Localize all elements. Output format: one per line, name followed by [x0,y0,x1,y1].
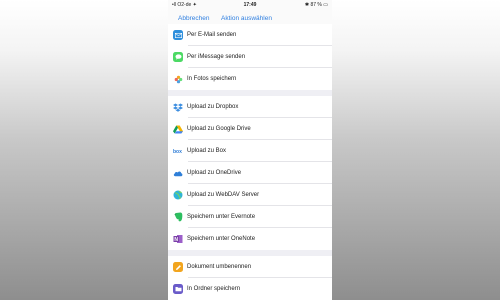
upload-dropbox-row[interactable]: Upload zu Dropbox [168,96,332,118]
rename-document-label: Dokument umbenennen [187,264,252,270]
save-evernote-label: Speichern unter Evernote [187,214,256,220]
save-evernote-row[interactable]: Speichern unter Evernote [168,206,332,228]
send-email-row[interactable]: Per E-Mail senden [168,24,332,46]
upload-webdav-label: Upload zu WebDAV Server [187,192,260,198]
onenote-icon: N [173,234,183,244]
send-imessage-row[interactable]: Per iMessage senden [168,46,332,68]
onedrive-icon [173,168,183,178]
save-onenote-label: Speichern unter OneNote [187,236,256,242]
upload-dropbox-label: Upload zu Dropbox [187,104,239,110]
photos-icon [173,74,183,84]
share-section: Per E-Mail senden Per iMessage senden In… [168,24,332,90]
upload-onedrive-label: Upload zu OneDrive [187,170,242,176]
status-bar: •ll O2-de ✦ 17:49 ✱ 87 % ▭ [168,0,332,10]
cancel-button[interactable]: Abbrechen [178,15,209,22]
save-to-folder-label: In Ordner speichern [187,286,241,292]
mail-icon [173,30,183,40]
upload-google-drive-row[interactable]: Upload zu Google Drive [168,118,332,140]
share-sheet-screen: •ll O2-de ✦ 17:49 ✱ 87 % ▭ Abbrechen Akt… [168,0,332,300]
dropbox-icon [173,102,183,112]
document-actions-section: Dokument umbenennen In Ordner speichern [168,256,332,300]
upload-google-drive-label: Upload zu Google Drive [187,126,251,132]
upload-box-row[interactable]: box Upload zu Box [168,140,332,162]
google-drive-icon [173,124,183,134]
folder-icon [173,284,183,294]
upload-onedrive-row[interactable]: Upload zu OneDrive [168,162,332,184]
cloud-upload-section: Upload zu Dropbox Upload zu Google Drive… [168,96,332,250]
message-icon [173,52,183,62]
webdav-globe-icon [173,190,183,200]
pencil-icon [173,262,183,272]
battery-status: ✱ 87 % ▭ [304,2,328,8]
send-email-label: Per E-Mail senden [187,32,237,38]
upload-webdav-row[interactable]: Upload zu WebDAV Server [168,184,332,206]
svg-text:N: N [174,237,178,243]
save-to-photos-row[interactable]: In Fotos speichern [168,68,332,90]
save-onenote-row[interactable]: N Speichern unter OneNote [168,228,332,250]
evernote-icon [173,212,183,222]
select-action-button[interactable]: Aktion auswählen [221,15,272,22]
save-to-photos-label: In Fotos speichern [187,76,237,82]
send-imessage-label: Per iMessage senden [187,54,246,60]
svg-text:box: box [173,149,182,154]
rename-document-row[interactable]: Dokument umbenennen [168,256,332,278]
save-to-folder-row[interactable]: In Ordner speichern [168,278,332,300]
box-icon: box [173,146,183,156]
upload-box-label: Upload zu Box [187,148,227,154]
